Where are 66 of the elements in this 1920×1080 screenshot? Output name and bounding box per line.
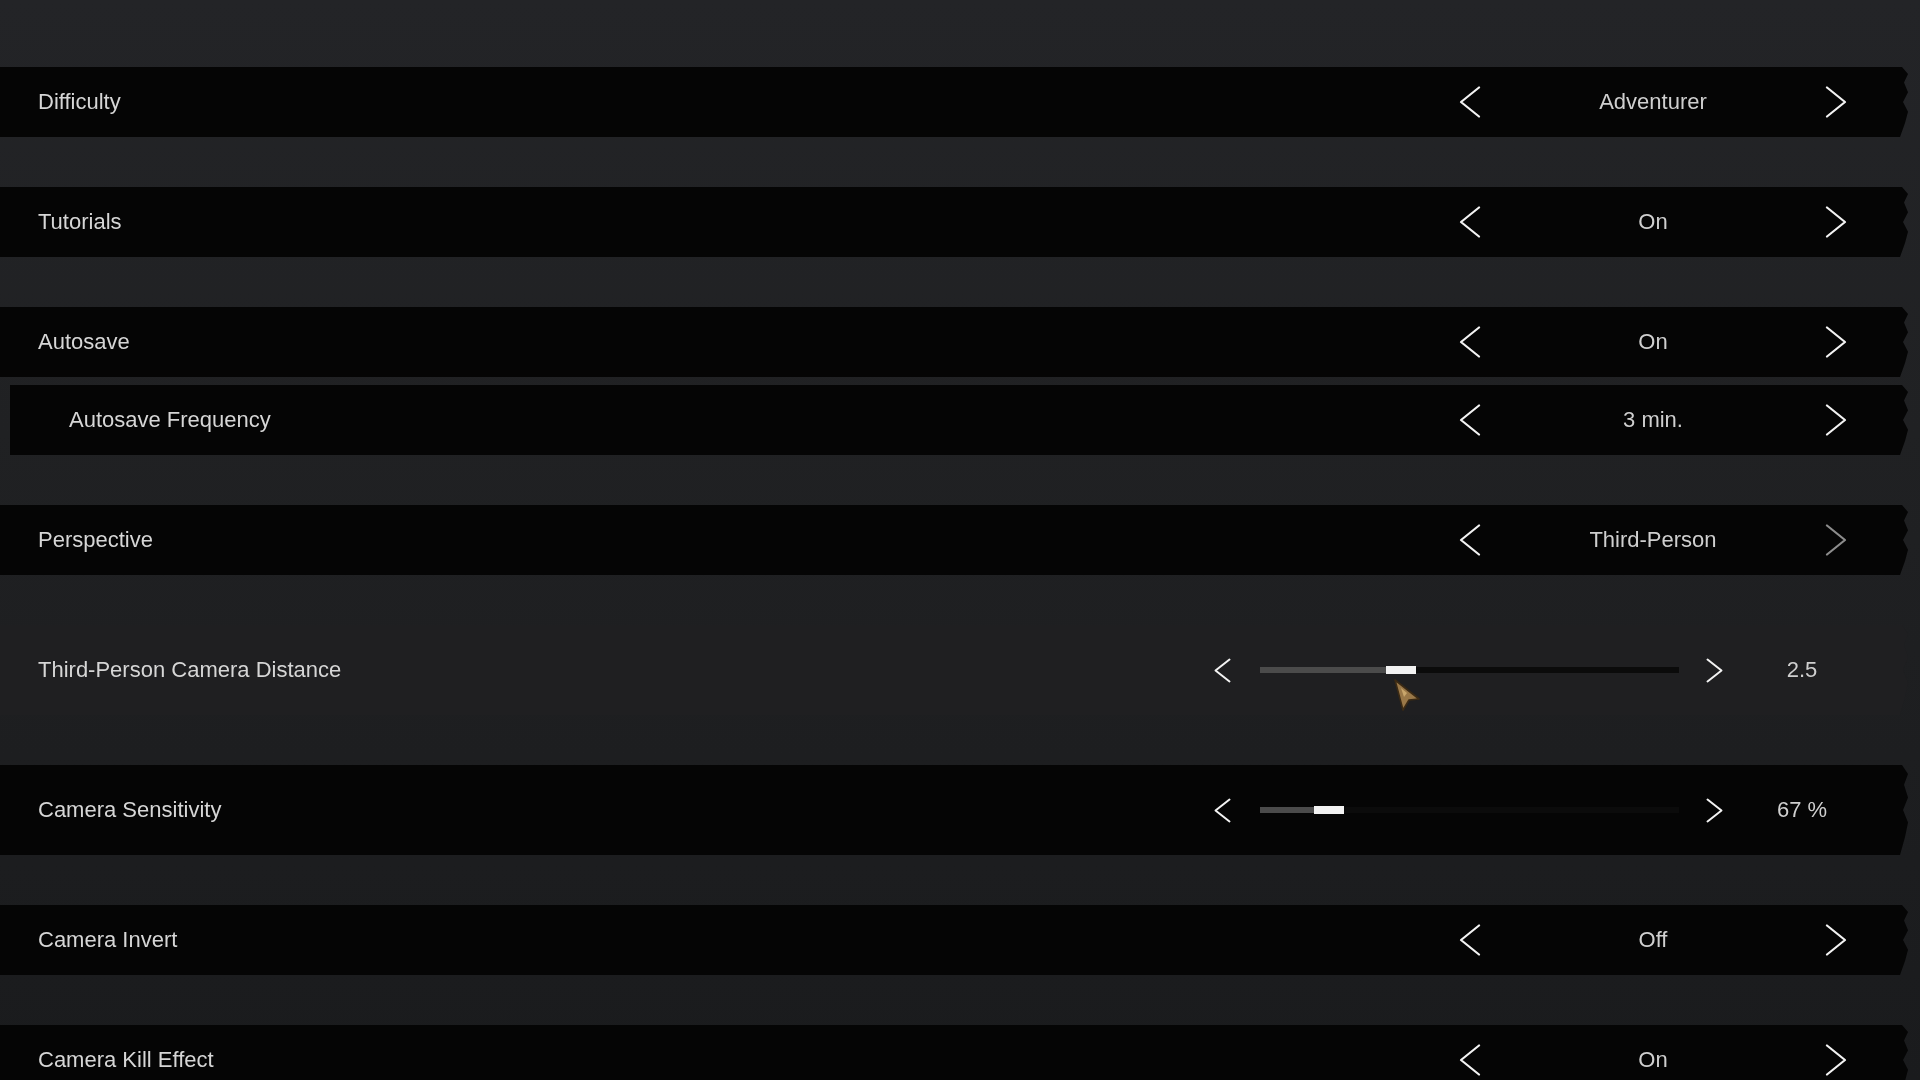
chevron-left-icon — [1214, 797, 1231, 823]
setting-value: Adventurer — [1598, 89, 1708, 115]
previous-button[interactable] — [1457, 84, 1483, 120]
slider-thumb[interactable] — [1385, 666, 1416, 674]
chevron-left-icon — [1459, 404, 1481, 436]
next-button[interactable] — [1705, 796, 1724, 824]
setting-row[interactable]: Difficulty Adventurer — [0, 67, 1908, 137]
setting-row[interactable]: Autosave On — [0, 307, 1908, 377]
chevron-left-icon — [1459, 524, 1481, 556]
previous-button[interactable] — [1213, 656, 1232, 684]
slider-thumb[interactable] — [1314, 806, 1345, 814]
setting-row[interactable]: Camera Invert Off — [0, 905, 1908, 975]
previous-button[interactable] — [1457, 402, 1483, 438]
cursor-icon — [1393, 678, 1421, 712]
previous-button[interactable] — [1457, 204, 1483, 240]
chevron-right-icon — [1706, 797, 1723, 823]
chevron-left-icon — [1459, 1044, 1481, 1076]
next-button[interactable] — [1823, 84, 1849, 120]
slider-track[interactable] — [1260, 807, 1679, 813]
chevron-right-icon — [1825, 1044, 1847, 1076]
chevron-left-icon — [1459, 86, 1481, 118]
next-button[interactable] — [1823, 1042, 1849, 1078]
slider-track[interactable] — [1260, 667, 1679, 673]
previous-button[interactable] — [1457, 522, 1483, 558]
next-button[interactable] — [1823, 324, 1849, 360]
setting-value: On — [1637, 1047, 1669, 1073]
chevron-right-icon — [1825, 326, 1847, 358]
next-button[interactable] — [1823, 204, 1849, 240]
setting-label: Autosave Frequency — [69, 407, 271, 433]
chevron-right-icon — [1825, 924, 1847, 956]
chevron-right-icon — [1825, 404, 1847, 436]
setting-row[interactable]: Camera Sensitivity 67 % — [0, 765, 1908, 855]
chevron-right-icon — [1825, 86, 1847, 118]
setting-label: Tutorials — [38, 209, 122, 235]
setting-label: Camera Sensitivity — [38, 797, 222, 823]
next-button[interactable] — [1705, 656, 1724, 684]
setting-value: On — [1637, 329, 1669, 355]
previous-button[interactable] — [1457, 1042, 1483, 1078]
setting-value: Third-Person — [1588, 527, 1718, 553]
setting-label: Perspective — [38, 527, 153, 553]
chevron-left-icon — [1459, 326, 1481, 358]
setting-value: On — [1637, 209, 1669, 235]
next-button[interactable] — [1823, 402, 1849, 438]
setting-row[interactable]: Tutorials On — [0, 187, 1908, 257]
setting-label: Camera Kill Effect — [38, 1047, 214, 1073]
setting-row[interactable]: Autosave Frequency 3 min. — [10, 385, 1908, 455]
chevron-left-icon — [1459, 924, 1481, 956]
setting-value: 3 min. — [1622, 407, 1684, 433]
setting-label: Difficulty — [38, 89, 121, 115]
setting-value: 67 % — [1775, 797, 1829, 823]
chevron-left-icon — [1459, 206, 1481, 238]
chevron-left-icon — [1214, 657, 1231, 683]
previous-button[interactable] — [1213, 796, 1232, 824]
chevron-right-icon — [1706, 657, 1723, 683]
previous-button[interactable] — [1457, 324, 1483, 360]
setting-label: Third-Person Camera Distance — [38, 657, 342, 683]
setting-row[interactable]: Camera Kill Effect On — [0, 1025, 1908, 1080]
chevron-right-icon — [1825, 206, 1847, 238]
setting-label: Camera Invert — [38, 927, 178, 953]
setting-value: 2.5 — [1785, 657, 1819, 683]
setting-row[interactable]: Perspective Third-Person — [0, 505, 1908, 575]
setting-value: Off — [1637, 927, 1669, 953]
previous-button[interactable] — [1457, 922, 1483, 958]
setting-label: Autosave — [38, 329, 130, 355]
next-button[interactable] — [1823, 922, 1849, 958]
chevron-right-icon — [1825, 524, 1847, 556]
